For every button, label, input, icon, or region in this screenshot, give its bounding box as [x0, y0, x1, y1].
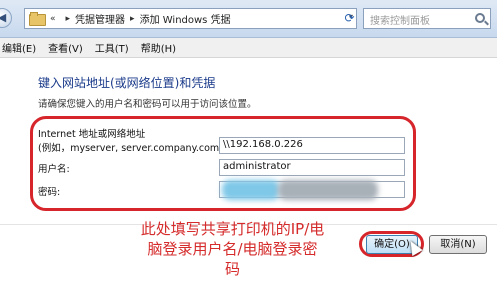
address-bar: ◀ « ▸ 凭据管理器 ▸ 添加 Windows 凭据 ▾ ⟳ 搜索控制面板: [0, 0, 497, 38]
annotation-line: 此处填写共享打印机的IP/电: [140, 220, 325, 238]
menu-edit[interactable]: 编辑(E): [2, 40, 36, 55]
page-title: 键入网站地址(或网络位置)和凭据: [38, 76, 216, 90]
annotation-line: 码: [224, 260, 240, 278]
annotation-text: 此处填写共享打印机的IP/电 脑登录用户名/电脑登录密 码: [100, 219, 365, 279]
password-blur-blue: [222, 180, 280, 200]
back-button[interactable]: ◀: [0, 8, 12, 28]
password-label: 密码:: [38, 187, 61, 198]
address-label: Internet 地址或网络地址: [38, 129, 146, 140]
breadcrumb-arrow-icon[interactable]: ▸: [66, 14, 71, 24]
search-input[interactable]: 搜索控制面板: [363, 8, 491, 29]
menu-tools[interactable]: 工具(T): [95, 40, 129, 55]
breadcrumb-credential-manager[interactable]: 凭据管理器: [75, 11, 125, 26]
refresh-icon[interactable]: ⟳: [340, 9, 359, 28]
folder-icon: [29, 12, 46, 26]
search-placeholder: 搜索控制面板: [370, 16, 430, 27]
search-icon: [475, 13, 485, 23]
breadcrumb-arrow-icon[interactable]: ▸: [130, 14, 135, 24]
cancel-button[interactable]: 取消(N): [429, 235, 487, 254]
menu-bar: 编辑(E) 查看(V) 工具(T) 帮助(H): [0, 38, 497, 58]
annotation-line: 脑登录用户名/电脑登录密: [147, 240, 318, 258]
breadcrumb[interactable]: « ▸ 凭据管理器 ▸ 添加 Windows 凭据 ▾: [24, 8, 357, 29]
back-arrow-icon: ◀: [0, 11, 7, 24]
username-field[interactable]: administrator: [219, 159, 405, 176]
overflow-chevron[interactable]: «: [50, 14, 56, 24]
menu-help[interactable]: 帮助(H): [141, 40, 176, 55]
address-field[interactable]: \\192.168.0.226: [219, 137, 405, 154]
breadcrumb-add-windows-credential[interactable]: 添加 Windows 凭据: [140, 11, 231, 26]
menu-view[interactable]: 查看(V): [48, 40, 83, 55]
page-description: 请确保您键入的用户名和密码可以用于访问该位置。: [38, 99, 257, 110]
password-blur-gray: [278, 180, 378, 200]
username-label: 用户名:: [38, 164, 70, 175]
address-example-label: (例如，myserver, server.company.com):: [38, 143, 227, 154]
